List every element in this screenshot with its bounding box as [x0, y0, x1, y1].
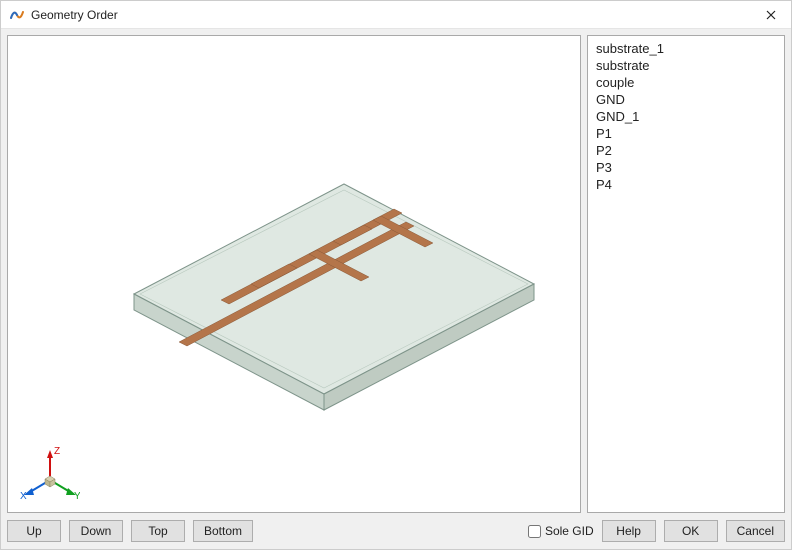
list-item[interactable]: P2 [594, 142, 778, 159]
main-content: Z X Y substrate_1substratecoupleGNDGND_1… [1, 29, 791, 519]
top-button[interactable]: Top [131, 520, 185, 542]
cancel-button[interactable]: Cancel [726, 520, 785, 542]
list-item[interactable]: P3 [594, 159, 778, 176]
axis-triad: Z X Y [20, 440, 80, 500]
list-item[interactable]: couple [594, 74, 778, 91]
sole-gid-input[interactable] [528, 525, 541, 538]
window-title: Geometry Order [31, 8, 751, 22]
bottom-toolbar: Up Down Top Bottom Sole GID Help OK Canc… [1, 519, 791, 549]
axis-y-label: Y [74, 491, 80, 500]
titlebar: Geometry Order [1, 1, 791, 29]
up-button[interactable]: Up [7, 520, 61, 542]
list-item[interactable]: GND_1 [594, 108, 778, 125]
list-item[interactable]: P4 [594, 176, 778, 193]
close-button[interactable] [751, 1, 791, 29]
list-item[interactable]: substrate_1 [594, 40, 778, 57]
list-item[interactable]: substrate [594, 57, 778, 74]
viewport-3d[interactable]: Z X Y [7, 35, 581, 513]
ok-button[interactable]: OK [664, 520, 718, 542]
bottom-button[interactable]: Bottom [193, 520, 253, 542]
pcb-model [34, 94, 554, 454]
help-button[interactable]: Help [602, 520, 656, 542]
down-button[interactable]: Down [69, 520, 123, 542]
sole-gid-label: Sole GID [545, 524, 594, 538]
list-item[interactable]: GND [594, 91, 778, 108]
axis-x-label: X [20, 491, 27, 500]
app-icon [9, 7, 25, 23]
geometry-list[interactable]: substrate_1substratecoupleGNDGND_1P1P2P3… [587, 35, 785, 513]
axis-z-label: Z [54, 446, 60, 457]
list-item[interactable]: P1 [594, 125, 778, 142]
sole-gid-checkbox[interactable]: Sole GID [528, 524, 594, 538]
